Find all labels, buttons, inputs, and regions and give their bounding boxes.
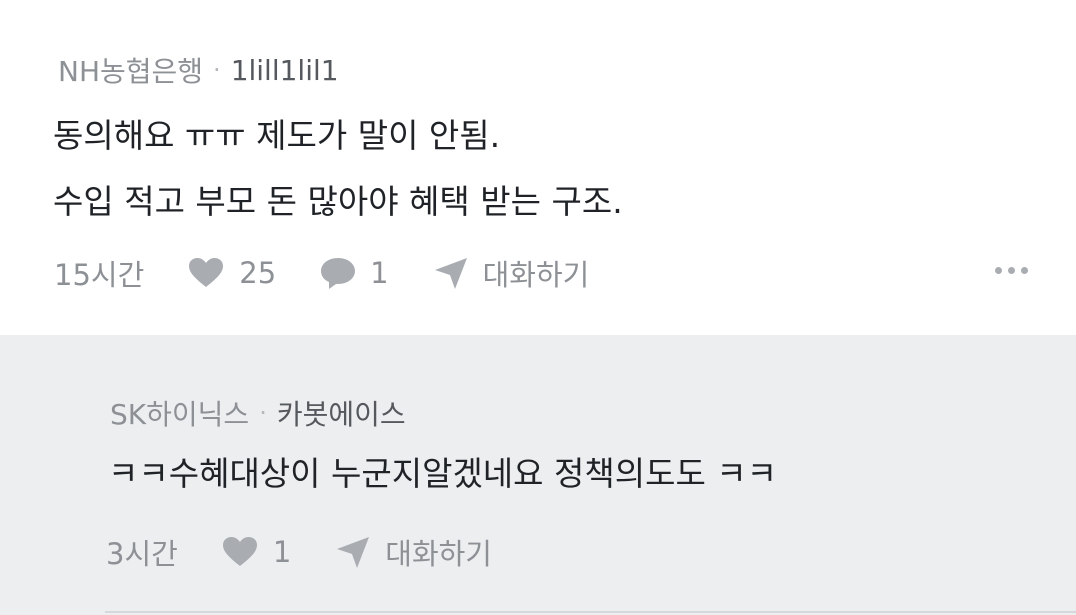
reply-actions: 3시간 1 대화하기 xyxy=(106,531,492,573)
company-name[interactable]: NH농협은행 xyxy=(58,50,203,90)
comment-author: NH농협은행 · 1lill1lil1 xyxy=(58,50,339,90)
paper-plane-icon xyxy=(433,256,469,290)
chat-button[interactable]: 대화하기 xyxy=(335,531,492,573)
chat-label: 대화하기 xyxy=(482,258,590,292)
speech-bubble-icon xyxy=(320,256,356,290)
nickname[interactable]: 카봇에이스 xyxy=(277,393,406,433)
like-button[interactable]: 25 xyxy=(188,256,276,290)
more-horizontal-icon xyxy=(995,267,1002,274)
more-options-button[interactable] xyxy=(995,263,1028,278)
reply-count: 1 xyxy=(370,256,389,290)
comment-time: 15시간 xyxy=(54,258,145,292)
chat-button[interactable]: 대화하기 xyxy=(433,252,590,294)
comment-card: NH농협은행 · 1lill1lil1 동의해요 ㅠㅠ 제도가 말이 안됨. 수… xyxy=(0,0,1076,335)
meta-separator: · xyxy=(259,399,267,427)
meta-separator: · xyxy=(213,56,221,84)
reply-time: 3시간 xyxy=(106,537,178,571)
comment-actions: 15시간 25 1 대화하기 xyxy=(54,252,589,294)
comment-line: 수입 적고 부모 돈 많아야 혜택 받는 구조. xyxy=(53,182,623,221)
comment-body: 동의해요 ㅠㅠ 제도가 말이 안됨. 수입 적고 부모 돈 많아야 혜택 받는 … xyxy=(53,103,623,235)
like-button[interactable]: 1 xyxy=(222,535,291,569)
comment-line: 동의해요 ㅠㅠ 제도가 말이 안됨. xyxy=(53,116,501,155)
reply-card: SK하이닉스 · 카봇에이스 ㅋㅋ수혜대상이 누군지알겠네요 정책의도도 ㅋㅋ … xyxy=(0,335,1076,615)
reply-author: SK하이닉스 · 카봇에이스 xyxy=(110,393,406,433)
reply-body: ㅋㅋ수혜대상이 누군지알겠네요 정책의도도 ㅋㅋ xyxy=(108,454,778,493)
divider xyxy=(105,611,1076,613)
heart-icon xyxy=(222,536,258,568)
chat-label: 대화하기 xyxy=(385,537,492,571)
like-count: 25 xyxy=(239,256,277,290)
like-count: 1 xyxy=(272,535,292,569)
reply-count-button[interactable]: 1 xyxy=(320,256,389,290)
nickname[interactable]: 1lill1lil1 xyxy=(231,54,339,87)
company-name[interactable]: SK하이닉스 xyxy=(110,393,249,433)
heart-icon xyxy=(188,257,224,289)
paper-plane-icon xyxy=(335,535,371,569)
